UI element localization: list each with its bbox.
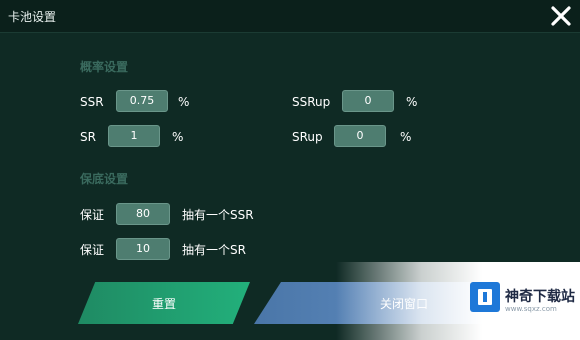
watermark-text: 神奇下载站 xyxy=(505,289,575,305)
guarantee-sr-prefix: 保证 xyxy=(80,243,105,257)
close-icon xyxy=(551,6,571,26)
guarantee-ssr-input[interactable] xyxy=(116,203,170,225)
ssr-input[interactable] xyxy=(116,90,168,112)
reset-button-label: 重置 xyxy=(151,297,176,311)
guarantee-section-title: 保底设置 xyxy=(80,172,129,186)
sr-input[interactable] xyxy=(108,125,160,147)
guarantee-sr-suffix: 抽有一个SR xyxy=(182,243,246,257)
probability-section-title: 概率设置 xyxy=(80,60,129,74)
window-title: 卡池设置 xyxy=(8,10,57,24)
watermark-url: www.sqxz.com xyxy=(505,305,557,313)
close-button[interactable] xyxy=(548,3,574,29)
watermark-logo-icon xyxy=(470,282,500,312)
ssr-label: SSR xyxy=(80,95,104,109)
srup-unit: % xyxy=(400,130,412,144)
guarantee-ssr-suffix: 抽有一个SSR xyxy=(182,208,254,222)
guarantee-sr-input[interactable] xyxy=(116,238,170,260)
reset-button[interactable]: 重置 xyxy=(78,282,250,324)
ssrup-unit: % xyxy=(406,95,418,109)
srup-input[interactable] xyxy=(334,125,386,147)
title-bar: 卡池设置 xyxy=(0,0,580,33)
guarantee-ssr-prefix: 保证 xyxy=(80,208,105,222)
ssrup-label: SSRup xyxy=(292,95,331,109)
srup-label: SRup xyxy=(292,130,323,144)
sr-unit: % xyxy=(172,130,184,144)
ssr-unit: % xyxy=(178,95,190,109)
ssrup-input[interactable] xyxy=(342,90,394,112)
sr-label: SR xyxy=(80,130,96,144)
